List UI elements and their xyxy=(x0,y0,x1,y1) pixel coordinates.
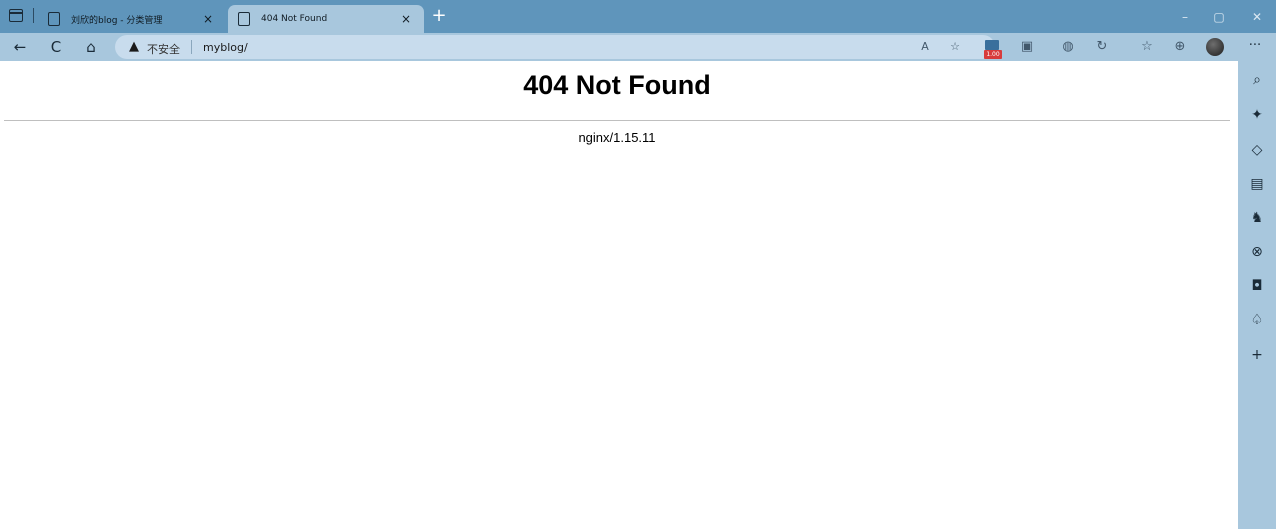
tab-actions-icon[interactable] xyxy=(9,9,23,22)
title-bar-divider xyxy=(33,8,34,23)
home-button[interactable]: ⌂ xyxy=(80,36,102,58)
outlook-icon[interactable]: ◘ xyxy=(1247,276,1267,296)
favorite-icon[interactable]: ☆ xyxy=(945,38,965,56)
tab-close-icon[interactable]: × xyxy=(200,12,216,26)
close-window-button[interactable]: ✕ xyxy=(1247,8,1267,26)
favorites-icon[interactable]: ☆ xyxy=(1137,38,1157,56)
page-title: 404 Not Found xyxy=(523,70,711,100)
tab-404-not-found[interactable]: 404 Not Found × xyxy=(228,5,424,33)
page-icon xyxy=(48,12,60,26)
search-icon[interactable]: ⌕ xyxy=(1247,70,1267,90)
minimize-button[interactable]: – xyxy=(1175,8,1195,26)
warning-icon[interactable]: ▲ xyxy=(129,40,139,54)
extension-icon[interactable]: ◍ xyxy=(1058,38,1078,56)
add-icon[interactable]: + xyxy=(1247,345,1267,365)
tab-category-management[interactable]: 刘欣的blog - 分类管理 × xyxy=(38,5,226,33)
back-button[interactable]: ← xyxy=(9,36,31,58)
tab-title: 404 Not Found xyxy=(261,14,328,24)
collections-icon[interactable]: ⊕ xyxy=(1170,38,1190,56)
chess-icon[interactable]: ♞ xyxy=(1247,208,1267,228)
address-divider xyxy=(191,40,192,54)
extension-icon[interactable]: ▣ xyxy=(1017,38,1037,56)
profile-avatar[interactable] xyxy=(1206,38,1224,56)
server-info: nginx/1.15.11 xyxy=(578,130,656,145)
security-status[interactable]: 不安全 xyxy=(147,41,180,57)
new-tab-button[interactable]: + xyxy=(428,6,450,28)
tab-title: 刘欣的blog - 分类管理 xyxy=(71,15,163,26)
refresh-extension-icon[interactable]: ↻ xyxy=(1092,38,1112,56)
extension-badge: 1.00 xyxy=(984,50,1002,59)
maximize-button[interactable]: ▢ xyxy=(1209,8,1229,26)
copilot-icon[interactable]: ✦ xyxy=(1247,105,1267,125)
more-options-button[interactable]: ··· xyxy=(1244,37,1266,57)
tree-icon[interactable]: ♤ xyxy=(1247,310,1267,330)
briefcase-icon[interactable]: ▤ xyxy=(1247,174,1267,194)
tab-close-icon[interactable]: × xyxy=(398,12,414,26)
read-aloud-icon[interactable]: A xyxy=(915,38,935,56)
extension-flag-icon[interactable] xyxy=(985,40,999,50)
office-icon[interactable]: ⊗ xyxy=(1247,242,1267,262)
url-text[interactable]: myblog/ xyxy=(203,41,248,54)
page-icon xyxy=(238,12,250,26)
horizontal-rule xyxy=(4,120,1230,121)
refresh-button[interactable]: C xyxy=(45,36,67,58)
tag-icon[interactable]: ◇ xyxy=(1247,140,1267,160)
